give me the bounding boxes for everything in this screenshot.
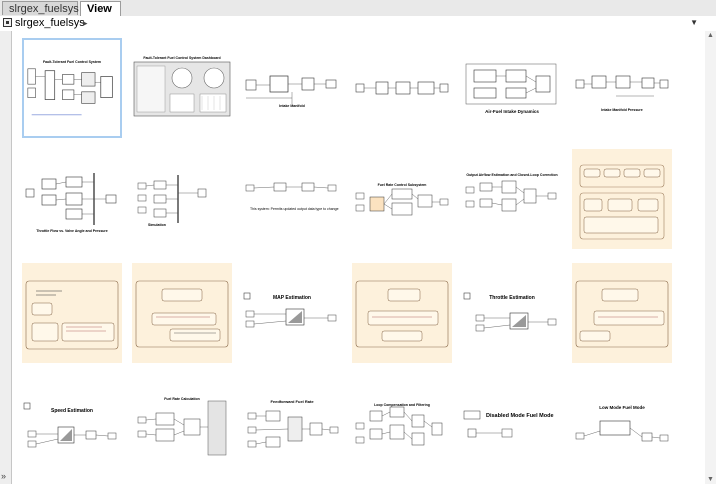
diagram-preview xyxy=(579,164,665,240)
thumbnail-caption: This system: Permits updated output data… xyxy=(250,207,339,211)
diagram-preview xyxy=(25,280,119,350)
thumbnail-caption: Fault-Tolerant Fuel Control System Dashb… xyxy=(143,56,221,60)
thumbnail-air-fuel-intake[interactable]: Air-Fuel Intake Dynamics xyxy=(462,38,562,138)
thumbnail-fuel-rate-calculation[interactable]: Fuel Rate Calculation xyxy=(132,377,232,477)
diagram-preview xyxy=(25,173,117,225)
thumbnail-chart-failure-states[interactable] xyxy=(22,263,122,363)
diagram-preview xyxy=(27,68,113,116)
diagram-preview xyxy=(355,406,443,446)
thumbnail-fuel-rate-control[interactable]: Fuel Rate Control Subsystem xyxy=(352,149,452,249)
diagram-preview xyxy=(355,280,449,348)
thumbnail-caption: Speed Estimation xyxy=(51,408,93,414)
thumbnail-chart-pressure[interactable] xyxy=(132,263,232,363)
thumbnail-feedforward-fuel-rate[interactable]: Feedforward Fuel Rate xyxy=(242,377,342,477)
model-icon[interactable] xyxy=(3,18,12,27)
tab-label: slrgex_fuelsys xyxy=(9,3,79,15)
diagram-preview xyxy=(355,81,449,95)
thumbnail-caption: Intake Manifold xyxy=(279,104,305,108)
diagram-preview xyxy=(137,175,207,223)
diagram-preview xyxy=(575,280,669,348)
vertical-scrollbar[interactable]: ▲ ▼ xyxy=(704,31,716,484)
thumbnail-caption: Fault-Tolerant Fuel Control System xyxy=(42,60,102,64)
diagram-preview xyxy=(245,182,337,192)
diagram-preview xyxy=(465,180,557,212)
diagram-preview xyxy=(133,61,231,117)
thumbnail-caption: Low Mode Fuel Mode xyxy=(599,405,645,410)
thumbnail-caption: Fuel Rate Calculation xyxy=(164,397,200,401)
address-bar: slrgex_fuelsys ▸ ▼ xyxy=(0,16,716,32)
thumbnail-intake-subsystem[interactable] xyxy=(352,38,452,138)
left-palette: » xyxy=(0,31,12,484)
diagram-preview xyxy=(465,63,557,105)
tab-view-all[interactable]: View All xyxy=(80,1,121,29)
diagram-preview xyxy=(575,420,669,442)
thumbnail-airflow-estimation[interactable]: Output Airflow Estimation and Closed-Loo… xyxy=(462,149,562,249)
thumbnail-manifold-pressure[interactable]: Intake Manifold Pressure xyxy=(572,38,672,138)
breadcrumb-arrow-icon[interactable]: ▸ xyxy=(83,17,88,30)
diagram-preview xyxy=(355,188,449,216)
thumbnail-chart-throttle[interactable] xyxy=(352,263,452,363)
thumbnail-intake-manifold[interactable]: Intake Manifold xyxy=(242,38,342,138)
diagram-preview xyxy=(463,292,557,332)
scroll-up-icon[interactable]: ▲ xyxy=(707,32,714,39)
diagram-preview xyxy=(245,75,337,104)
thumbnail-stateflow-chart[interactable] xyxy=(572,149,672,249)
chevron-down-icon[interactable]: ▼ xyxy=(690,18,698,27)
thumbnail-caption: Loop Compensation and Filtering xyxy=(374,403,430,407)
thumbnail-caption: Air-Fuel Intake Dynamics xyxy=(485,109,539,114)
thumbnail-throttle-estimation[interactable]: Throttle Estimation xyxy=(462,263,562,363)
diagram-preview xyxy=(247,410,339,448)
thumbnail-throttle-flow[interactable]: Throttle Flow vs. Valve Angle and Pressu… xyxy=(22,149,122,249)
expand-sidebar-icon[interactable]: » xyxy=(1,471,6,481)
thumbnail-fuel-control-system[interactable]: Fault-Tolerant Fuel Control System xyxy=(22,38,122,138)
tab-slrgex-fuelsys[interactable]: slrgex_fuelsys xyxy=(2,1,79,15)
diagram-preview xyxy=(137,400,227,456)
thumbnail-caption: Simulation xyxy=(148,223,166,227)
thumbnail-disabled-mode[interactable]: Disabled Mode Fuel Mode xyxy=(462,377,562,477)
thumbnail-caption: Throttle Estimation xyxy=(489,295,535,301)
thumbnail-caption: Feedforward Fuel Rate xyxy=(270,399,314,404)
scroll-down-icon[interactable]: ▼ xyxy=(707,476,714,483)
thumbnail-map-estimation[interactable]: MAP Estimation xyxy=(242,263,342,363)
thumbnail-caption: Fuel Rate Control Subsystem xyxy=(377,183,427,187)
thumbnail-caption: Disabled Mode Fuel Mode xyxy=(486,413,554,419)
diagram-preview xyxy=(463,410,513,438)
diagram-preview xyxy=(575,75,669,97)
thumbnail-speed-estimation[interactable]: Speed Estimation xyxy=(22,377,122,477)
thumbnail-caption: Throttle Flow vs. Valve Angle and Pressu… xyxy=(36,229,108,233)
thumbnail-caption: Output Airflow Estimation and Closed-Loo… xyxy=(466,173,558,177)
diagram-preview xyxy=(23,402,117,448)
diagram-preview xyxy=(135,280,229,348)
breadcrumb[interactable]: slrgex_fuelsys xyxy=(15,17,85,30)
thumbnail-caption: MAP Estimation xyxy=(273,295,311,301)
thumbnail-data-type-system[interactable]: This system: Permits updated output data… xyxy=(242,149,342,249)
tab-bar: slrgex_fuelsys View All xyxy=(0,0,716,29)
thumbnail-simulation[interactable]: Simulation xyxy=(132,149,232,249)
thumbnail-dashboard[interactable]: Fault-Tolerant Fuel Control System Dashb… xyxy=(132,38,232,138)
diagram-preview xyxy=(243,292,337,328)
view-all-canvas: Fault-Tolerant Fuel Control System Fault… xyxy=(12,31,705,484)
thumbnail-low-mode[interactable]: Low Mode Fuel Mode xyxy=(572,377,672,477)
thumbnail-chart-speed[interactable] xyxy=(572,263,672,363)
thumbnail-caption: Intake Manifold Pressure xyxy=(601,108,643,112)
thumbnail-loop-compensation[interactable]: Loop Compensation and Filtering xyxy=(352,377,452,477)
